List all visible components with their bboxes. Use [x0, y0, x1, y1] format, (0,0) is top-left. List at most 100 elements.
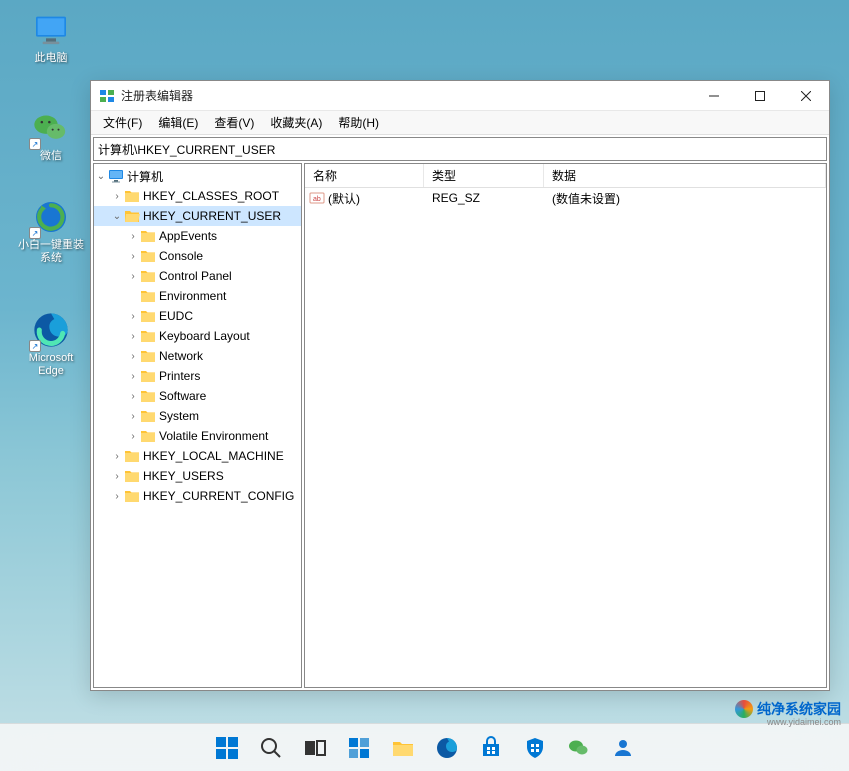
search-button[interactable]: [251, 728, 291, 768]
tree-arrow-icon[interactable]: ⌄: [110, 211, 124, 222]
svg-text:ab: ab: [313, 196, 321, 203]
tree-item[interactable]: › Network: [94, 346, 301, 366]
tree-label: 计算机: [127, 168, 163, 185]
tree-label: System: [159, 409, 199, 423]
menu-help[interactable]: 帮助(H): [330, 112, 387, 133]
tree-label: Network: [159, 349, 203, 363]
tree-arrow-icon[interactable]: ›: [126, 371, 140, 382]
tree-label: EUDC: [159, 309, 193, 323]
tree-item[interactable]: › HKEY_CURRENT_CONFIG: [94, 486, 301, 506]
tree-arrow-icon[interactable]: ›: [110, 471, 124, 482]
registry-editor-window: 注册表编辑器 文件(F) 编辑(E) 查看(V) 收藏夹(A) 帮助(H) 计算…: [90, 80, 830, 691]
tree-label: HKEY_CLASSES_ROOT: [143, 189, 279, 203]
widgets-button[interactable]: [339, 728, 379, 768]
tree-arrow-icon[interactable]: ›: [126, 411, 140, 422]
taskbar: [0, 723, 849, 771]
computer-icon: [31, 10, 71, 50]
wechat-button[interactable]: [559, 728, 599, 768]
tree-arrow-icon[interactable]: ⌄: [94, 171, 108, 182]
tree-item[interactable]: › HKEY_USERS: [94, 466, 301, 486]
close-button[interactable]: [783, 81, 829, 110]
column-type[interactable]: 类型: [424, 164, 544, 187]
tree-arrow-icon[interactable]: ›: [126, 271, 140, 282]
tree-view[interactable]: ⌄计算机›HKEY_CLASSES_ROOT⌄HKEY_CURRENT_USER…: [93, 163, 302, 688]
titlebar[interactable]: 注册表编辑器: [91, 81, 829, 111]
tree-arrow-icon[interactable]: ›: [110, 451, 124, 462]
tree-label: Control Panel: [159, 269, 232, 283]
tree-item[interactable]: ›Keyboard Layout: [94, 326, 301, 346]
watermark: 纯净系统家园 www.yidaimei.com: [735, 699, 841, 719]
value-name: (默认): [328, 190, 424, 207]
tree-arrow-icon[interactable]: ›: [126, 351, 140, 362]
wechat-icon: ↗: [31, 108, 71, 148]
tree-arrow-icon[interactable]: ›: [126, 431, 140, 442]
tree-item[interactable]: Environment: [94, 286, 301, 306]
taskview-button[interactable]: [295, 728, 335, 768]
app-button[interactable]: [603, 728, 643, 768]
column-data[interactable]: 数据: [544, 164, 826, 187]
tree-label: Software: [159, 389, 206, 403]
menu-file[interactable]: 文件(F): [95, 112, 150, 133]
explorer-button[interactable]: [383, 728, 423, 768]
tree-label: HKEY_CURRENT_CONFIG: [143, 489, 294, 503]
tree-arrow-icon[interactable]: ›: [110, 491, 124, 502]
tree-item[interactable]: › AppEvents: [94, 226, 301, 246]
tree-item[interactable]: › EUDC: [94, 306, 301, 326]
tree-label: HKEY_LOCAL_MACHINE: [143, 449, 284, 463]
tree-item[interactable]: › Volatile Environment: [94, 426, 301, 446]
tree-item[interactable]: ⌄ 计算机: [94, 166, 301, 186]
tree-arrow-icon[interactable]: ›: [126, 231, 140, 242]
tree-label: Printers: [159, 369, 200, 383]
shortcut-arrow-icon: ↗: [29, 340, 41, 352]
shortcut-arrow-icon: ↗: [29, 227, 41, 239]
list-view[interactable]: 名称 类型 数据 ab(默认)REG_SZ(数值未设置): [304, 163, 827, 688]
tree-label: HKEY_CURRENT_USER: [143, 209, 281, 223]
address-text: 计算机\HKEY_CURRENT_USER: [98, 141, 275, 158]
watermark-text: 纯净系统家园: [757, 699, 841, 719]
tree-label: Environment: [159, 289, 226, 303]
tree-item[interactable]: › HKEY_LOCAL_MACHINE: [94, 446, 301, 466]
window-controls: [691, 81, 829, 110]
maximize-button[interactable]: [737, 81, 783, 110]
desktop-icon-reinstall[interactable]: ↗ 小白一键重装 系统: [14, 197, 88, 265]
address-bar[interactable]: 计算机\HKEY_CURRENT_USER: [93, 137, 827, 161]
store-button[interactable]: [471, 728, 511, 768]
tree-label: HKEY_USERS: [143, 469, 224, 483]
tree-arrow-icon[interactable]: ›: [126, 391, 140, 402]
security-button[interactable]: [515, 728, 555, 768]
value-type: REG_SZ: [424, 191, 544, 205]
start-button[interactable]: [207, 728, 247, 768]
menu-edit[interactable]: 编辑(E): [150, 112, 206, 133]
tree-item[interactable]: › HKEY_CLASSES_ROOT: [94, 186, 301, 206]
tree-label: Volatile Environment: [159, 429, 268, 443]
desktop-icon-this-pc[interactable]: 此电脑: [14, 10, 88, 65]
edge-button[interactable]: [427, 728, 467, 768]
list-row[interactable]: ab(默认)REG_SZ(数值未设置): [305, 188, 826, 208]
tree-arrow-icon[interactable]: ›: [126, 311, 140, 322]
tree-item[interactable]: › System: [94, 406, 301, 426]
tree-arrow-icon[interactable]: ›: [110, 191, 124, 202]
tree-arrow-icon[interactable]: ›: [126, 251, 140, 262]
tree-item[interactable]: › Software: [94, 386, 301, 406]
tree-item[interactable]: › Control Panel: [94, 266, 301, 286]
desktop-icon-edge[interactable]: ↗ Microsoft Edge: [14, 310, 88, 378]
desktop-icon-label: 此电脑: [35, 52, 68, 65]
tree-arrow-icon[interactable]: ›: [126, 331, 140, 342]
regedit-icon: [99, 88, 115, 104]
edge-icon: ↗: [31, 310, 71, 350]
window-title: 注册表编辑器: [121, 87, 691, 104]
desktop-icon-label: Microsoft Edge: [29, 352, 74, 378]
tree-label: AppEvents: [159, 229, 217, 243]
tree-item[interactable]: ⌄ HKEY_CURRENT_USER: [94, 206, 301, 226]
tree-item[interactable]: › Printers: [94, 366, 301, 386]
watermark-logo-icon: [735, 700, 753, 718]
menu-favorites[interactable]: 收藏夹(A): [262, 112, 330, 133]
minimize-button[interactable]: [691, 81, 737, 110]
menu-view[interactable]: 查看(V): [206, 112, 262, 133]
content-area: ⌄计算机›HKEY_CLASSES_ROOT⌄HKEY_CURRENT_USER…: [91, 163, 829, 690]
tree-item[interactable]: ›Console: [94, 246, 301, 266]
column-name[interactable]: 名称: [305, 164, 424, 187]
desktop-icon-label: 小白一键重装 系统: [18, 239, 84, 265]
desktop-icon-label: 微信: [40, 150, 62, 163]
desktop-icon-wechat[interactable]: ↗ 微信: [14, 108, 88, 163]
